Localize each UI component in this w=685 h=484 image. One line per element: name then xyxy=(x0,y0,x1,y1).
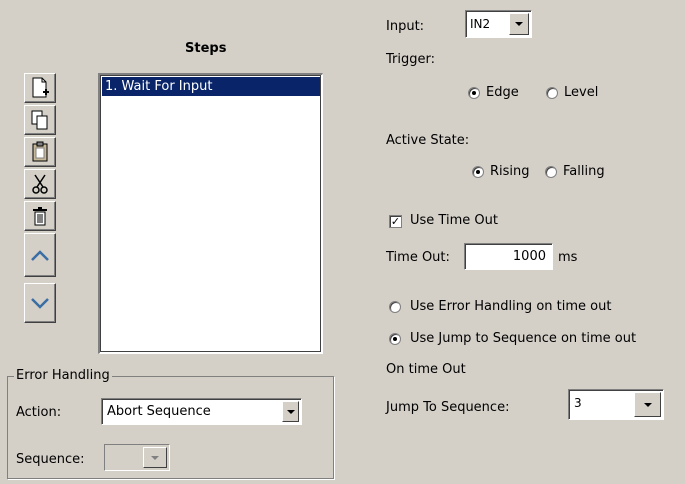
copy-button[interactable] xyxy=(24,105,56,135)
jump-to-sequence-label: Jump To Sequence: xyxy=(386,400,510,415)
sequence-dropdown-button[interactable] xyxy=(143,447,167,468)
sequence-label: Sequence: xyxy=(16,452,85,467)
timeout-input[interactable]: 1000 xyxy=(464,243,553,270)
delete-button[interactable] xyxy=(24,201,56,231)
chevron-down-icon xyxy=(286,409,295,414)
use-timeout-checkbox[interactable]: ✓ xyxy=(389,215,402,228)
input-dropdown-button[interactable] xyxy=(509,13,529,35)
move-up-button[interactable] xyxy=(24,233,56,277)
trigger-level-label: Level xyxy=(564,85,599,100)
delete-icon xyxy=(33,207,47,226)
chevron-down-icon xyxy=(151,455,159,460)
timeout-value: 1000 xyxy=(512,249,546,264)
action-dropdown-button[interactable] xyxy=(282,401,299,422)
move-down-icon xyxy=(31,298,49,309)
jump-sequence-dropdown-button[interactable] xyxy=(634,392,661,417)
error-handling-timeout-radio[interactable] xyxy=(389,301,401,313)
list-item[interactable]: 1. Wait For Input xyxy=(102,77,320,96)
sequence-select[interactable] xyxy=(104,444,170,471)
jump-sequence-timeout-radio[interactable] xyxy=(389,333,401,345)
jump-sequence-select[interactable]: 3 xyxy=(568,389,664,420)
steps-list[interactable]: 1. Wait For Input xyxy=(98,73,323,354)
timeout-label: Time Out: xyxy=(386,250,450,265)
use-timeout-label: Use Time Out xyxy=(410,213,498,228)
on-timeout-label: On time Out xyxy=(386,362,466,377)
active-rising-label: Rising xyxy=(490,164,530,179)
active-rising-radio[interactable] xyxy=(472,166,484,178)
paste-icon xyxy=(32,141,48,162)
cut-button[interactable] xyxy=(24,169,56,199)
error-handling-legend: Error Handling xyxy=(14,368,112,383)
input-value: IN2 xyxy=(470,17,491,31)
input-select[interactable]: IN2 xyxy=(465,10,532,38)
jump-sequence-timeout-label: Use Jump to Sequence on time out xyxy=(410,331,637,346)
chevron-down-icon xyxy=(515,22,523,26)
copy-icon xyxy=(31,110,48,130)
new-step-icon xyxy=(32,77,49,98)
trigger-label: Trigger: xyxy=(386,52,435,67)
active-state-label: Active State: xyxy=(386,133,470,148)
active-falling-label: Falling xyxy=(563,164,605,179)
trigger-level-radio[interactable] xyxy=(546,87,558,99)
new-step-button[interactable] xyxy=(24,73,56,103)
error-handling-timeout-label: Use Error Handling on time out xyxy=(410,299,612,314)
trigger-edge-label: Edge xyxy=(486,85,519,100)
paste-button[interactable] xyxy=(24,137,56,167)
cut-icon xyxy=(32,174,48,194)
move-up-icon xyxy=(31,250,49,261)
move-down-button[interactable] xyxy=(24,283,56,323)
trigger-edge-radio[interactable] xyxy=(468,87,480,99)
action-value: Abort Sequence xyxy=(107,404,211,419)
input-label: Input: xyxy=(386,19,425,34)
steps-title: Steps xyxy=(185,41,227,56)
action-label: Action: xyxy=(16,405,62,420)
chevron-down-icon xyxy=(643,402,652,407)
timeout-unit: ms xyxy=(558,250,578,265)
active-falling-radio[interactable] xyxy=(545,166,557,178)
action-select[interactable]: Abort Sequence xyxy=(101,398,302,425)
jump-sequence-value: 3 xyxy=(574,396,582,410)
